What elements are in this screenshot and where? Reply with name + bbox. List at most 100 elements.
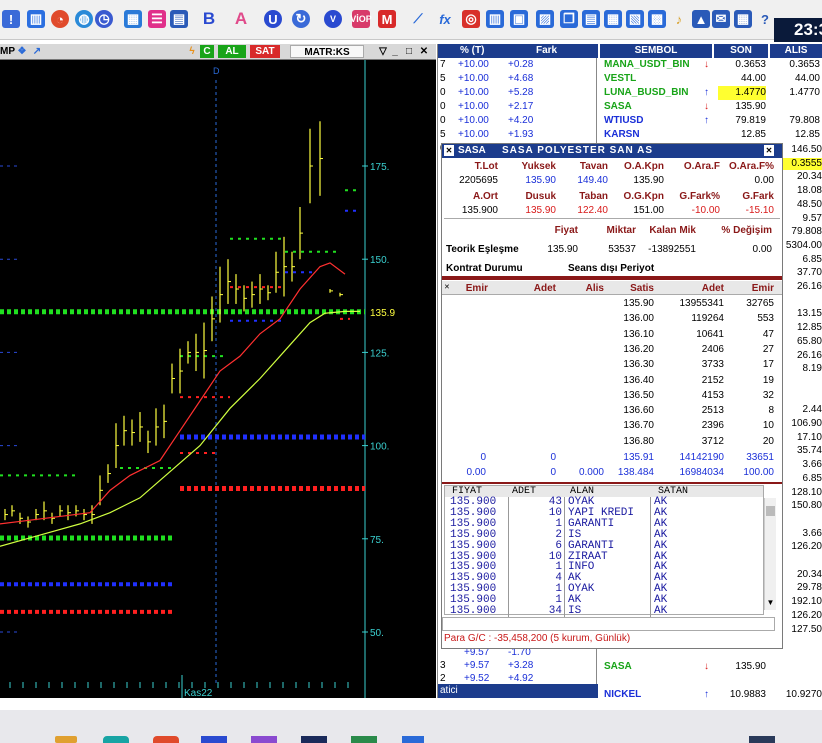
print-icon[interactable]: ▤ (582, 10, 600, 28)
mid-tab[interactable]: atici (438, 684, 598, 698)
close-icon[interactable]: ✕ (444, 283, 452, 291)
bid-price: 44.00 (794, 73, 820, 84)
trade-row[interactable]: 135.900 34 IS AK (448, 606, 766, 617)
settings-doc-icon[interactable]: ▩ (648, 10, 666, 28)
export-icon[interactable]: ▦ (604, 10, 622, 28)
mail-icon[interactable]: ✉ (712, 10, 730, 28)
dropdown-icon[interactable]: ▽ (378, 45, 388, 58)
list-item[interactable]: NICKEL ↑ 10.9883 10.9270 (600, 688, 822, 702)
close-icon[interactable]: ✕ (764, 145, 774, 156)
tray-icon[interactable] (749, 736, 775, 743)
list-item[interactable]: 5 +10.00 +1.93 (438, 128, 598, 142)
money-icon[interactable]: U (264, 10, 282, 28)
formula-icon[interactable]: fx (436, 10, 454, 28)
trades-input[interactable] (442, 617, 775, 631)
list-item[interactable]: SASA ↓ 135.90 (600, 100, 822, 114)
line-chart-icon[interactable]: ⟋ (409, 10, 427, 28)
trade-divider (564, 497, 565, 508)
bold-b-icon[interactable]: B (200, 9, 218, 28)
viop-badge-icon[interactable]: VİOP (350, 10, 372, 28)
app-icon[interactable] (201, 736, 227, 743)
ask-orders: 19 (762, 374, 774, 386)
twitter-icon[interactable]: ❖ (16, 45, 28, 58)
buy-button[interactable]: AL (218, 45, 246, 58)
copy-icon[interactable]: ❐ (560, 10, 578, 28)
minimize-icon[interactable]: _ (390, 45, 400, 58)
refresh-icon[interactable]: ↻ (292, 10, 310, 28)
ask-price[interactable]: 136.60 (612, 405, 654, 417)
scroll-down-icon[interactable]: ▼ (765, 598, 776, 608)
trade-divider (564, 606, 565, 617)
clock-icon[interactable]: ◷ (95, 10, 113, 28)
alarm-icon[interactable]: ! (2, 10, 20, 28)
list-item[interactable]: 0 +10.00 +2.17 (438, 100, 598, 114)
list-item[interactable]: 3 +9.57 +3.28 (438, 659, 598, 673)
ask-price[interactable]: 136.30 (612, 359, 654, 371)
chat-icon[interactable]: ▲ (692, 10, 710, 28)
matriks-taskbar-icon[interactable] (301, 736, 327, 743)
ask-price[interactable]: 136.70 (612, 420, 654, 432)
grid-icon[interactable]: ▦ (124, 10, 142, 28)
list-item[interactable]: LUNA_BUSD_BIN ↑ 1.4770 1.4770 (600, 86, 822, 100)
excel-icon[interactable] (351, 736, 377, 743)
ask-price[interactable]: 135.90 (612, 298, 654, 310)
trade-row[interactable]: 135.900 6 GARANTI AK (448, 540, 766, 552)
c-button[interactable]: C (200, 45, 214, 58)
word-icon[interactable] (402, 736, 424, 743)
chart-doc-icon[interactable]: ▨ (536, 10, 554, 28)
header-bid[interactable]: ALIS (770, 44, 822, 58)
chrome-icon[interactable] (153, 736, 179, 743)
ask-price[interactable]: 136.40 (612, 375, 654, 387)
trades-scrollbar[interactable]: ▼ (764, 498, 776, 610)
calculator-icon[interactable]: ▦ (734, 10, 752, 28)
edge-icon[interactable] (103, 736, 129, 743)
list-icon[interactable]: ☰ (148, 10, 166, 28)
text-a-icon[interactable]: A (232, 9, 250, 28)
list-item[interactable]: SASA ↓ 135.90 (600, 660, 822, 674)
row-change: +9.57 (464, 660, 490, 671)
sell-button[interactable]: SAT (250, 45, 280, 58)
bar-chart-icon[interactable]: ▥ (27, 10, 45, 28)
file-explorer-icon[interactable] (55, 736, 77, 743)
bid-price: 10.9270 (785, 689, 822, 700)
ask-price[interactable]: 136.00 (612, 313, 654, 325)
ask-price[interactable]: 136.20 (612, 344, 654, 356)
list-item[interactable]: 0 +10.00 +4.20 (438, 114, 598, 128)
ask-price[interactable]: 136.50 (612, 390, 654, 402)
list-item[interactable]: 0 +10.00 +5.28 (438, 86, 598, 100)
scanner-icon[interactable]: ◎ (462, 10, 480, 28)
close-icon[interactable]: ✕ (444, 145, 454, 156)
teams-icon[interactable] (251, 736, 277, 743)
price-chart[interactable]: MP ❖ ↗ ϟ C AL SAT MATR:KS ▽ _ □ ✕ D 175. 1… (0, 44, 436, 738)
chart-period-label: MP (0, 46, 15, 57)
viop-icon[interactable]: V (324, 10, 342, 28)
list-item[interactable]: 5 +10.00 +4.68 (438, 72, 598, 86)
report-icon[interactable]: ▧ (626, 10, 644, 28)
summary-value: -15.10 (745, 205, 774, 216)
scroll-thumb[interactable] (766, 506, 775, 516)
clock-display: 23:3 (774, 18, 822, 42)
maximize-icon[interactable]: □ (404, 45, 414, 58)
list-item[interactable]: KARSN 12.85 12.85 (600, 128, 822, 142)
table-icon[interactable]: ▤ (170, 10, 188, 28)
news-m-icon[interactable]: M (378, 10, 396, 28)
lightning-icon[interactable]: ϟ (186, 45, 198, 58)
doc-icon[interactable]: ▣ (510, 10, 528, 28)
header-symbol[interactable]: SEMBOL (600, 44, 712, 58)
list-item[interactable]: WTIUSD ↑ 79.819 79.808 (600, 114, 822, 128)
share-icon[interactable]: ↗ (30, 45, 44, 58)
folder-icon[interactable]: ▥ (486, 10, 504, 28)
list-item[interactable]: MANA_USDT_BIN ↓ 0.3653 0.3653 (600, 58, 822, 72)
close-icon[interactable]: ✕ (418, 45, 430, 58)
help-icon[interactable]: ? (756, 10, 774, 28)
header-last[interactable]: SON (714, 44, 768, 58)
depth-title: SASA POLYESTER SAN AS (502, 145, 654, 156)
pie-chart-icon[interactable]: ◔ (51, 10, 69, 28)
globe-icon[interactable]: ◍ (75, 10, 93, 28)
sum-value: 0 (550, 467, 556, 478)
alarm-bell-icon[interactable]: ♪ (670, 10, 688, 28)
ask-price[interactable]: 136.80 (612, 436, 654, 448)
list-item[interactable]: 7 +10.00 +0.28 (438, 58, 598, 72)
ask-price[interactable]: 136.10 (612, 329, 654, 341)
list-item[interactable]: VESTL 44.00 44.00 (600, 72, 822, 86)
